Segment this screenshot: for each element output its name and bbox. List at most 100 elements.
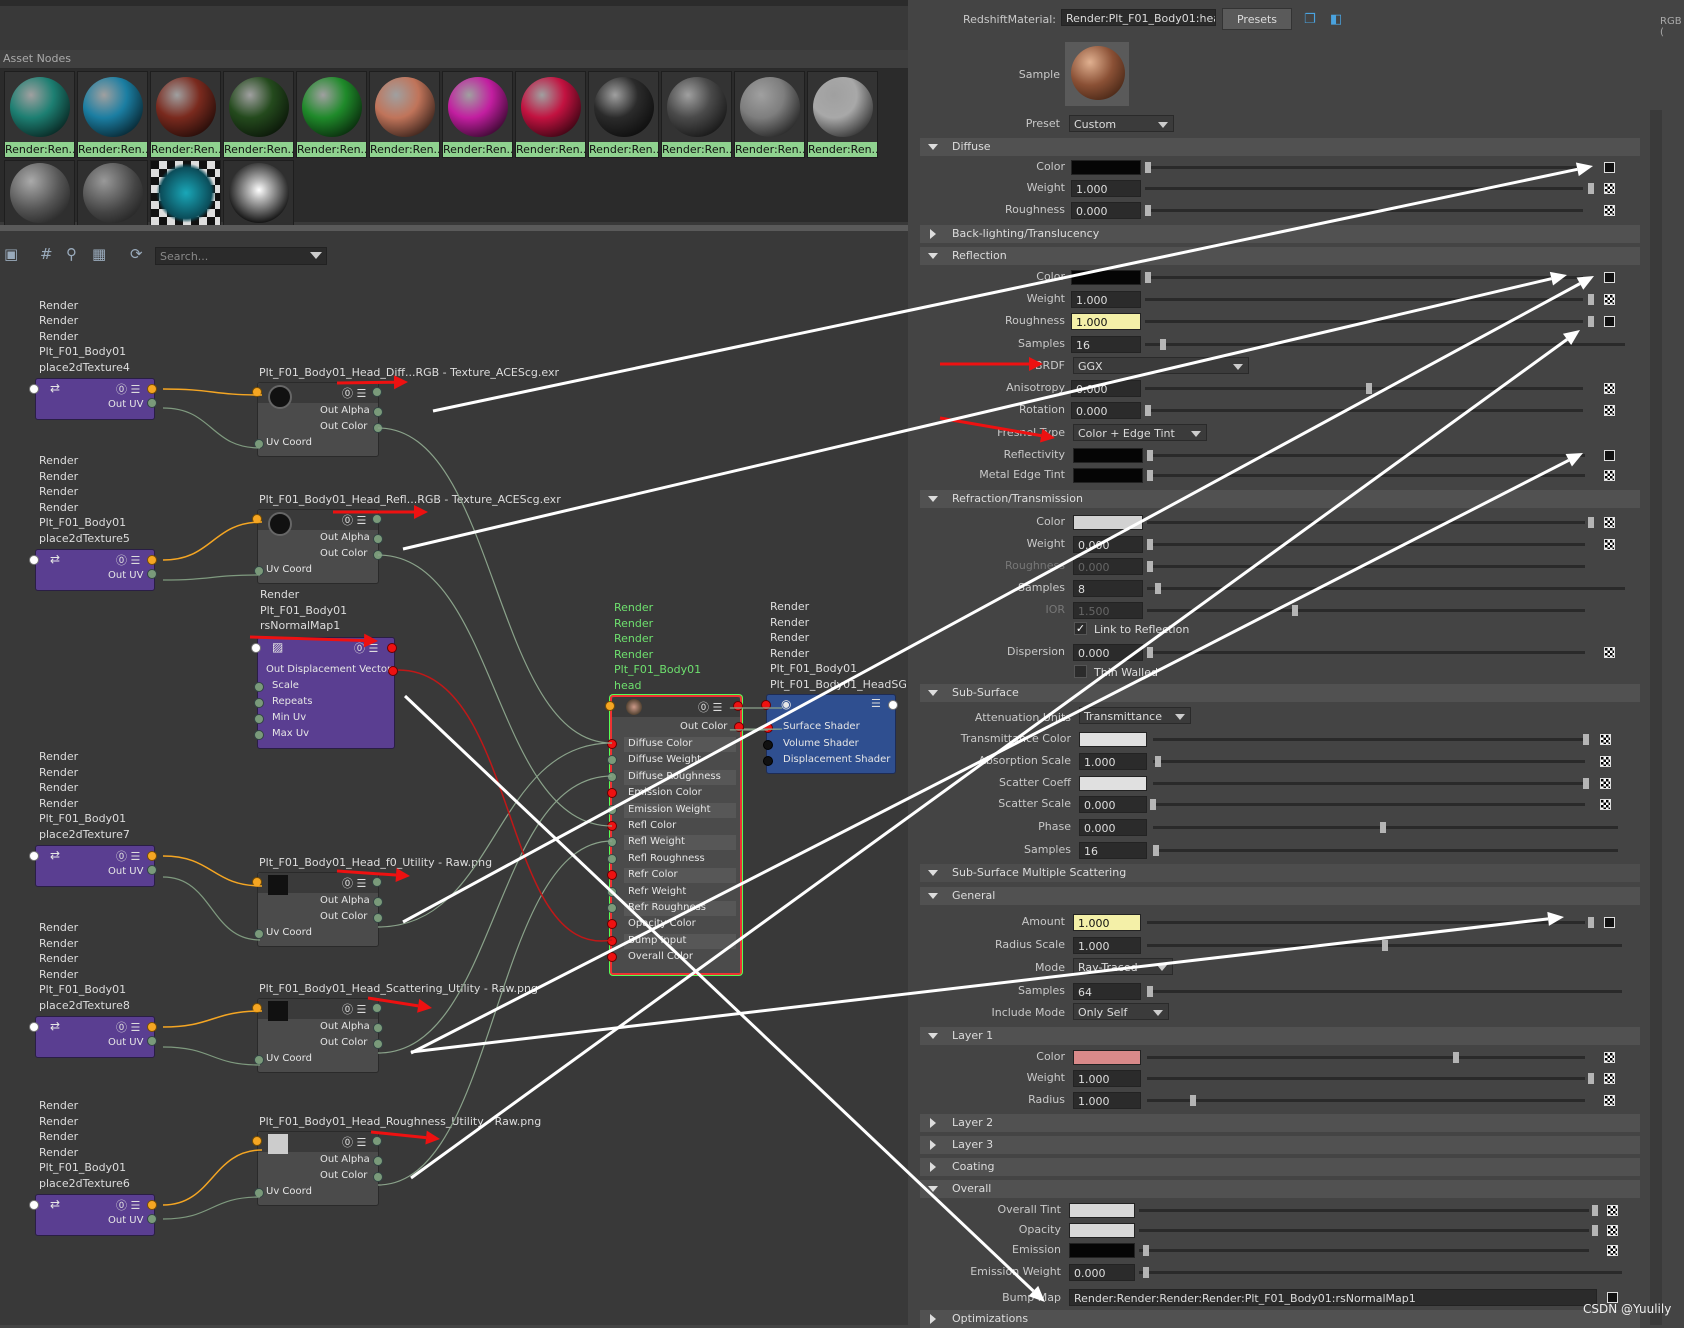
map-button-icon[interactable] xyxy=(1604,405,1615,416)
section-header-coating[interactable]: Coating xyxy=(920,1158,1640,1176)
map-button-icon[interactable] xyxy=(1604,1073,1615,1084)
slider-knob[interactable] xyxy=(1380,822,1386,833)
input-port[interactable] xyxy=(251,643,261,653)
output-port[interactable] xyxy=(147,384,157,394)
map-button-icon[interactable] xyxy=(1604,272,1615,283)
copy-tab-icon[interactable]: ❐ xyxy=(1304,12,1316,27)
attr-slider[interactable] xyxy=(1139,1271,1622,1274)
output-port[interactable] xyxy=(147,1022,157,1032)
asset-swatch[interactable] xyxy=(150,160,221,226)
node-graph[interactable] xyxy=(0,270,908,1310)
file-texture-node[interactable]: ⓪ ☰ Out Alpha Out Color Uv Coord xyxy=(257,1131,379,1206)
output-port[interactable] xyxy=(733,701,743,711)
asset-swatch[interactable]: Render:Ren... xyxy=(77,71,148,158)
slider-knob[interactable] xyxy=(1153,845,1159,856)
out-color-port[interactable] xyxy=(373,550,383,560)
attr-field[interactable]: 0.000 xyxy=(1079,796,1147,813)
map-button-icon[interactable] xyxy=(1600,778,1611,789)
sg-input-port[interactable] xyxy=(763,756,773,766)
refresh-icon[interactable]: ⟳ xyxy=(130,245,143,263)
uv-coord-port[interactable] xyxy=(254,566,264,576)
section-header-refraction[interactable]: Refraction/Transmission xyxy=(920,490,1640,508)
out-color-port[interactable] xyxy=(734,722,744,732)
panel-divider[interactable] xyxy=(0,225,908,231)
attr-slider[interactable] xyxy=(1147,609,1585,612)
material-input-port[interactable] xyxy=(607,853,617,864)
attr-slider[interactable] xyxy=(1147,651,1585,654)
grid-icon[interactable]: # xyxy=(40,245,53,263)
slider-knob[interactable] xyxy=(1147,539,1153,550)
map-button-icon[interactable] xyxy=(1607,1225,1618,1236)
sg-input-port[interactable] xyxy=(763,739,773,750)
expand-down-icon[interactable] xyxy=(928,253,938,259)
asset-swatch[interactable] xyxy=(77,160,148,226)
slider-knob[interactable] xyxy=(1145,205,1151,216)
attr-dropdown[interactable]: Color + Edge Tint xyxy=(1073,424,1207,441)
swatch-mode-icon[interactable]: ⓪ ☰ xyxy=(116,848,140,864)
slider-knob[interactable] xyxy=(1145,405,1151,416)
attr-slider[interactable] xyxy=(1153,738,1585,741)
map-button-icon[interactable] xyxy=(1607,1245,1618,1256)
attr-slider[interactable] xyxy=(1147,1056,1585,1059)
color-swatch[interactable] xyxy=(1073,468,1143,483)
slider-knob[interactable] xyxy=(1588,1073,1594,1084)
asset-swatch[interactable]: Render:Ren... xyxy=(223,71,294,158)
color-swatch[interactable] xyxy=(1071,270,1141,285)
slider-knob[interactable] xyxy=(1147,470,1153,481)
attr-field[interactable]: 1.000 xyxy=(1073,937,1141,954)
attr-slider[interactable] xyxy=(1153,849,1618,852)
swatch-mode-icon[interactable]: ⓪ ☰ xyxy=(116,381,140,397)
attr-slider[interactable] xyxy=(1145,387,1583,390)
asset-swatch[interactable] xyxy=(223,160,294,226)
slider-knob[interactable] xyxy=(1155,756,1161,767)
expand-right-icon[interactable] xyxy=(930,1162,936,1172)
normal-input-port[interactable] xyxy=(254,730,264,740)
attr-field[interactable]: 1.000 xyxy=(1073,1070,1141,1087)
uv-coord-port[interactable] xyxy=(254,1188,264,1198)
expand-down-icon[interactable] xyxy=(928,893,938,899)
output-port[interactable] xyxy=(372,1003,382,1013)
slider-knob[interactable] xyxy=(1366,383,1372,394)
swatch-mode-icon[interactable]: ⓪ ☰ xyxy=(342,1001,366,1017)
material-input-port[interactable] xyxy=(607,821,617,831)
attr-slider[interactable] xyxy=(1145,187,1583,190)
normal-map-node[interactable]: ▨ ⓪ ☰ Out Displacement Vector Scale Repeats M… xyxy=(257,637,395,749)
attr-slider[interactable] xyxy=(1145,276,1583,279)
thin-walled-checkbox[interactable] xyxy=(1074,665,1087,678)
search-input[interactable]: Search... xyxy=(155,247,327,265)
asset-swatch[interactable]: Render:Ren... xyxy=(807,71,878,158)
map-button-icon[interactable] xyxy=(1604,450,1615,461)
slider-knob[interactable] xyxy=(1588,316,1594,327)
section-header-layer3[interactable]: Layer 3 xyxy=(920,1136,1640,1154)
file-texture-node[interactable]: ⓪ ☰ Out Alpha Out Color Uv Coord xyxy=(257,872,379,947)
section-header-layer2[interactable]: Layer 2 xyxy=(920,1114,1640,1132)
material-name-field[interactable]: Render:Plt_F01_Body01:head xyxy=(1061,9,1216,26)
input-port[interactable] xyxy=(29,384,39,394)
presets-button[interactable]: Presets xyxy=(1222,8,1292,30)
color-swatch[interactable] xyxy=(1079,732,1147,747)
expand-down-icon[interactable] xyxy=(928,870,938,876)
attr-slider[interactable] xyxy=(1153,803,1585,806)
expand-right-icon[interactable] xyxy=(930,1140,936,1150)
map-button-icon[interactable] xyxy=(1604,294,1615,305)
slider-knob[interactable] xyxy=(1592,1225,1598,1236)
expand-right-icon[interactable] xyxy=(930,1314,936,1324)
slider-knob[interactable] xyxy=(1453,1052,1459,1063)
map-button-icon[interactable] xyxy=(1600,734,1611,745)
frame-icon[interactable]: ▣ xyxy=(4,245,18,263)
slider-knob[interactable] xyxy=(1147,986,1153,997)
sg-input-port[interactable] xyxy=(763,723,773,733)
swatch-mode-icon[interactable]: ⓪ ☰ xyxy=(116,1019,140,1035)
slider-knob[interactable] xyxy=(1588,517,1594,528)
color-swatch[interactable] xyxy=(1071,160,1141,175)
redshift-material-node[interactable]: ⓪ ☰ Out Color Diffuse Color Diffuse Weight D… xyxy=(610,695,742,975)
slider-knob[interactable] xyxy=(1382,940,1388,951)
asset-swatch[interactable]: Render:Ren... xyxy=(661,71,732,158)
uv-coord-port[interactable] xyxy=(254,1055,264,1065)
swatch-mode-icon[interactable]: ⓪ ☰ xyxy=(342,512,366,528)
attr-slider[interactable] xyxy=(1147,454,1585,457)
slider-knob[interactable] xyxy=(1143,1245,1149,1256)
attr-slider[interactable] xyxy=(1153,782,1585,785)
asset-swatch[interactable]: Render:Ren... xyxy=(515,71,586,158)
attr-slider[interactable] xyxy=(1145,298,1583,301)
